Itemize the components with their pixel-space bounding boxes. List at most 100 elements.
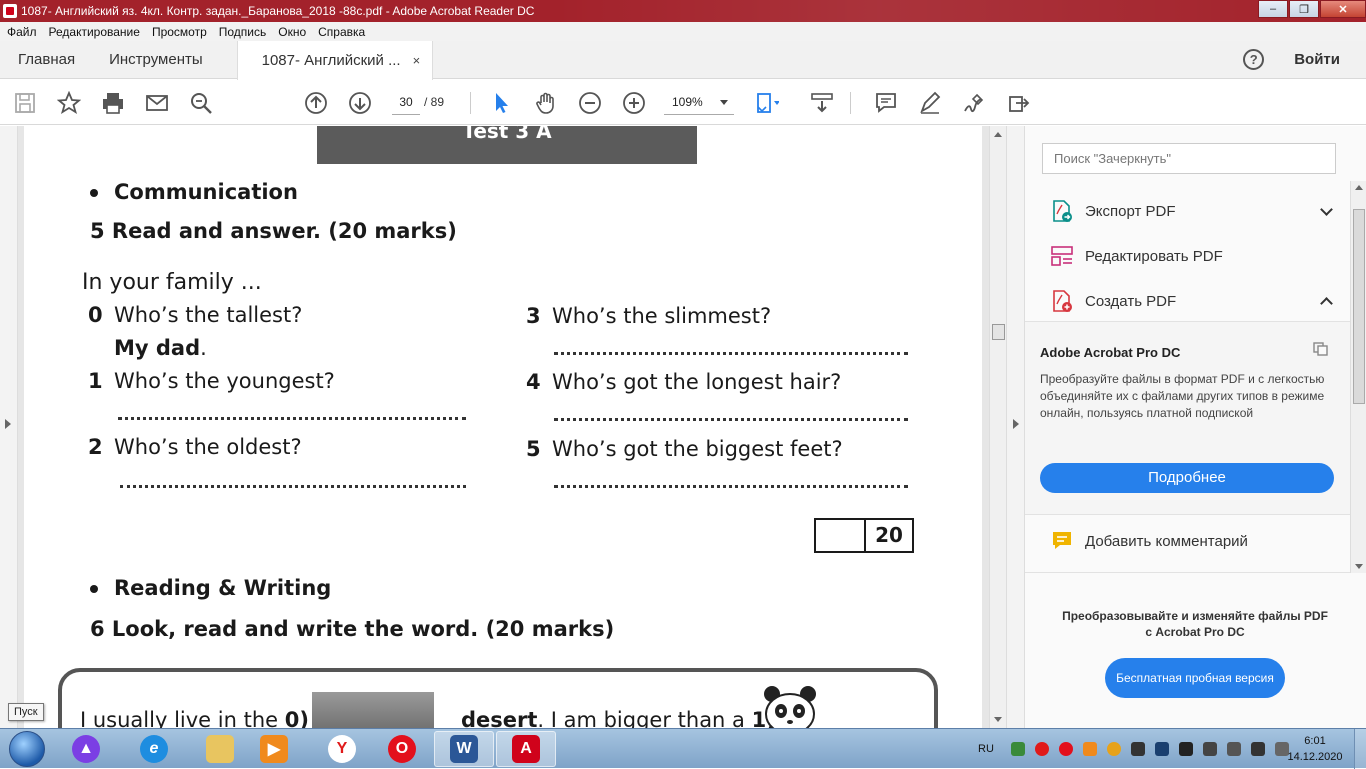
tab-bar-right: ? Войти [1243,49,1366,70]
menu-file[interactable]: Файл [0,25,42,39]
file-explorer-icon[interactable] [190,731,250,767]
tab-tools[interactable]: Инструменты [93,41,221,79]
chevron-down-icon[interactable] [1320,202,1333,216]
help-icon[interactable]: ? [1243,49,1265,70]
menu-edit[interactable]: Редактирование [42,25,145,39]
answer-0: My dad. [114,336,207,360]
highlight-pen-icon[interactable] [917,90,943,116]
yandex-browser-icon[interactable]: Y [312,731,372,767]
free-trial-button[interactable]: Бесплатная пробная версия [1105,658,1285,698]
select-cursor-icon[interactable] [489,90,515,116]
section-reading-writing: Reading & Writing [90,576,331,600]
acrobat-icon[interactable]: A [496,731,556,767]
flag-icon[interactable] [1226,742,1241,756]
toolbar-divider [470,92,471,114]
tools-pane-scrollbar[interactable] [1350,181,1366,573]
bluetooth-icon[interactable] [1154,742,1169,756]
menu-help[interactable]: Справка [311,25,370,39]
restore-icon[interactable]: ❐ [1289,0,1319,18]
scroll-down-icon[interactable] [994,717,1002,722]
search-zoom-icon[interactable] [188,90,214,116]
scroll-mode-icon[interactable] [809,90,835,116]
share-icon[interactable] [1006,90,1032,116]
exercise-part3: . I am bigger than a [537,708,752,728]
document-area: Test 3 A Communication 5 Read and answer… [0,126,1024,728]
security-tray-icon[interactable] [1010,742,1025,756]
opera-icon[interactable]: O [372,731,432,767]
language-indicator[interactable]: RU [978,743,994,755]
windows-logo-icon [9,731,45,767]
opera-tray-icon[interactable] [1058,742,1073,756]
login-button[interactable]: Войти [1294,51,1340,68]
yandex-tray-icon[interactable] [1034,742,1049,756]
close-icon[interactable]: ✕ [1320,0,1366,18]
scroll-up-icon[interactable] [1355,185,1363,190]
add-comment-item[interactable]: Добавить комментарий [1051,527,1331,555]
task-6-heading: 6 Look, read and write the word. (20 mar… [90,617,615,641]
signal-icon[interactable] [1250,742,1265,756]
learn-more-button[interactable]: Подробнее [1040,463,1334,493]
menu-sign[interactable]: Подпись [212,25,272,39]
tools-pane: Поиск "Зачеркнуть" Экспорт PDF Редактиро… [1024,126,1366,728]
menu-window[interactable]: Окно [271,25,311,39]
tools-search-input[interactable]: Поиск "Зачеркнуть" [1042,143,1336,174]
create-pdf-icon [1051,290,1073,312]
zoom-out-icon[interactable] [577,90,603,116]
battery-icon[interactable] [1178,742,1193,756]
window-controls: – ❐ ✕ [1257,0,1366,20]
answer-2-line [120,485,466,488]
document-scrollbar[interactable] [989,126,1006,728]
volume-icon[interactable] [1202,742,1217,756]
internet-explorer-icon[interactable]: e [124,731,184,767]
edit-pdf-item[interactable]: Редактировать PDF [1051,242,1331,270]
tab-document[interactable]: 1087- Английский ... × [236,40,434,80]
save-icon[interactable] [12,90,38,116]
tab-document-label: 1087- Английский ... [261,51,401,69]
start-tooltip: Пуск [8,703,44,721]
print-icon[interactable] [100,90,126,116]
word-icon[interactable]: W [434,731,494,767]
export-pdf-item[interactable]: Экспорт PDF [1051,197,1333,225]
show-desktop-button[interactable] [1354,729,1366,769]
tab-close-icon[interactable]: × [413,53,421,68]
right-panel-toggle[interactable] [1006,126,1024,728]
hand-tool-icon[interactable] [533,90,559,116]
question-0: 0 Who’s the tallest? [88,303,302,327]
left-panel-toggle[interactable] [0,126,18,728]
export-pdf-icon [1051,200,1073,222]
settings-tray-icon[interactable] [1106,742,1121,756]
tab-home[interactable]: Главная [0,41,93,79]
zoom-in-icon[interactable] [621,90,647,116]
bookmark-star-icon[interactable] [56,90,82,116]
exercise-line: I usually live in the 0) desert. I am big… [80,708,776,728]
scroll-thumb[interactable] [992,324,1005,340]
sign-icon[interactable] [961,90,987,116]
scroll-down-icon[interactable] [1355,564,1363,569]
email-icon[interactable] [144,90,170,116]
page-down-icon[interactable] [347,90,373,116]
yandex-badge: Y [328,735,356,763]
page-up-icon[interactable] [303,90,329,116]
minimize-icon[interactable]: – [1258,0,1288,18]
start-button[interactable] [4,730,50,768]
fit-page-icon[interactable] [754,90,780,116]
taskbar: ▲ e ▶ Y O W A RU 6:01 14.12.2020 [0,728,1366,769]
scroll-thumb[interactable] [1353,209,1365,404]
chevron-down-icon [720,100,728,105]
folder-badge [206,735,234,763]
scroll-up-icon[interactable] [994,132,1002,137]
menu-view[interactable]: Просмотр [145,25,212,39]
title-bar-background [554,0,1366,22]
clock[interactable]: 6:01 14.12.2020 [1284,733,1346,765]
page-number-input[interactable]: 30 [392,91,420,115]
zoom-select[interactable]: 109% [664,91,734,115]
create-pdf-item[interactable]: Создать PDF [1051,287,1333,315]
window-title: 1087- Английский яз. 4кл. Контр. задан._… [21,4,535,18]
app-tray-icon[interactable] [1082,742,1097,756]
network-tray-icon[interactable] [1130,742,1145,756]
media-player-icon[interactable]: ▶ [244,731,304,767]
comment-icon[interactable] [873,90,899,116]
chevron-up-icon[interactable] [1320,296,1333,310]
alice-icon[interactable]: ▲ [56,731,116,767]
add-comment-label: Добавить комментарий [1085,532,1248,550]
